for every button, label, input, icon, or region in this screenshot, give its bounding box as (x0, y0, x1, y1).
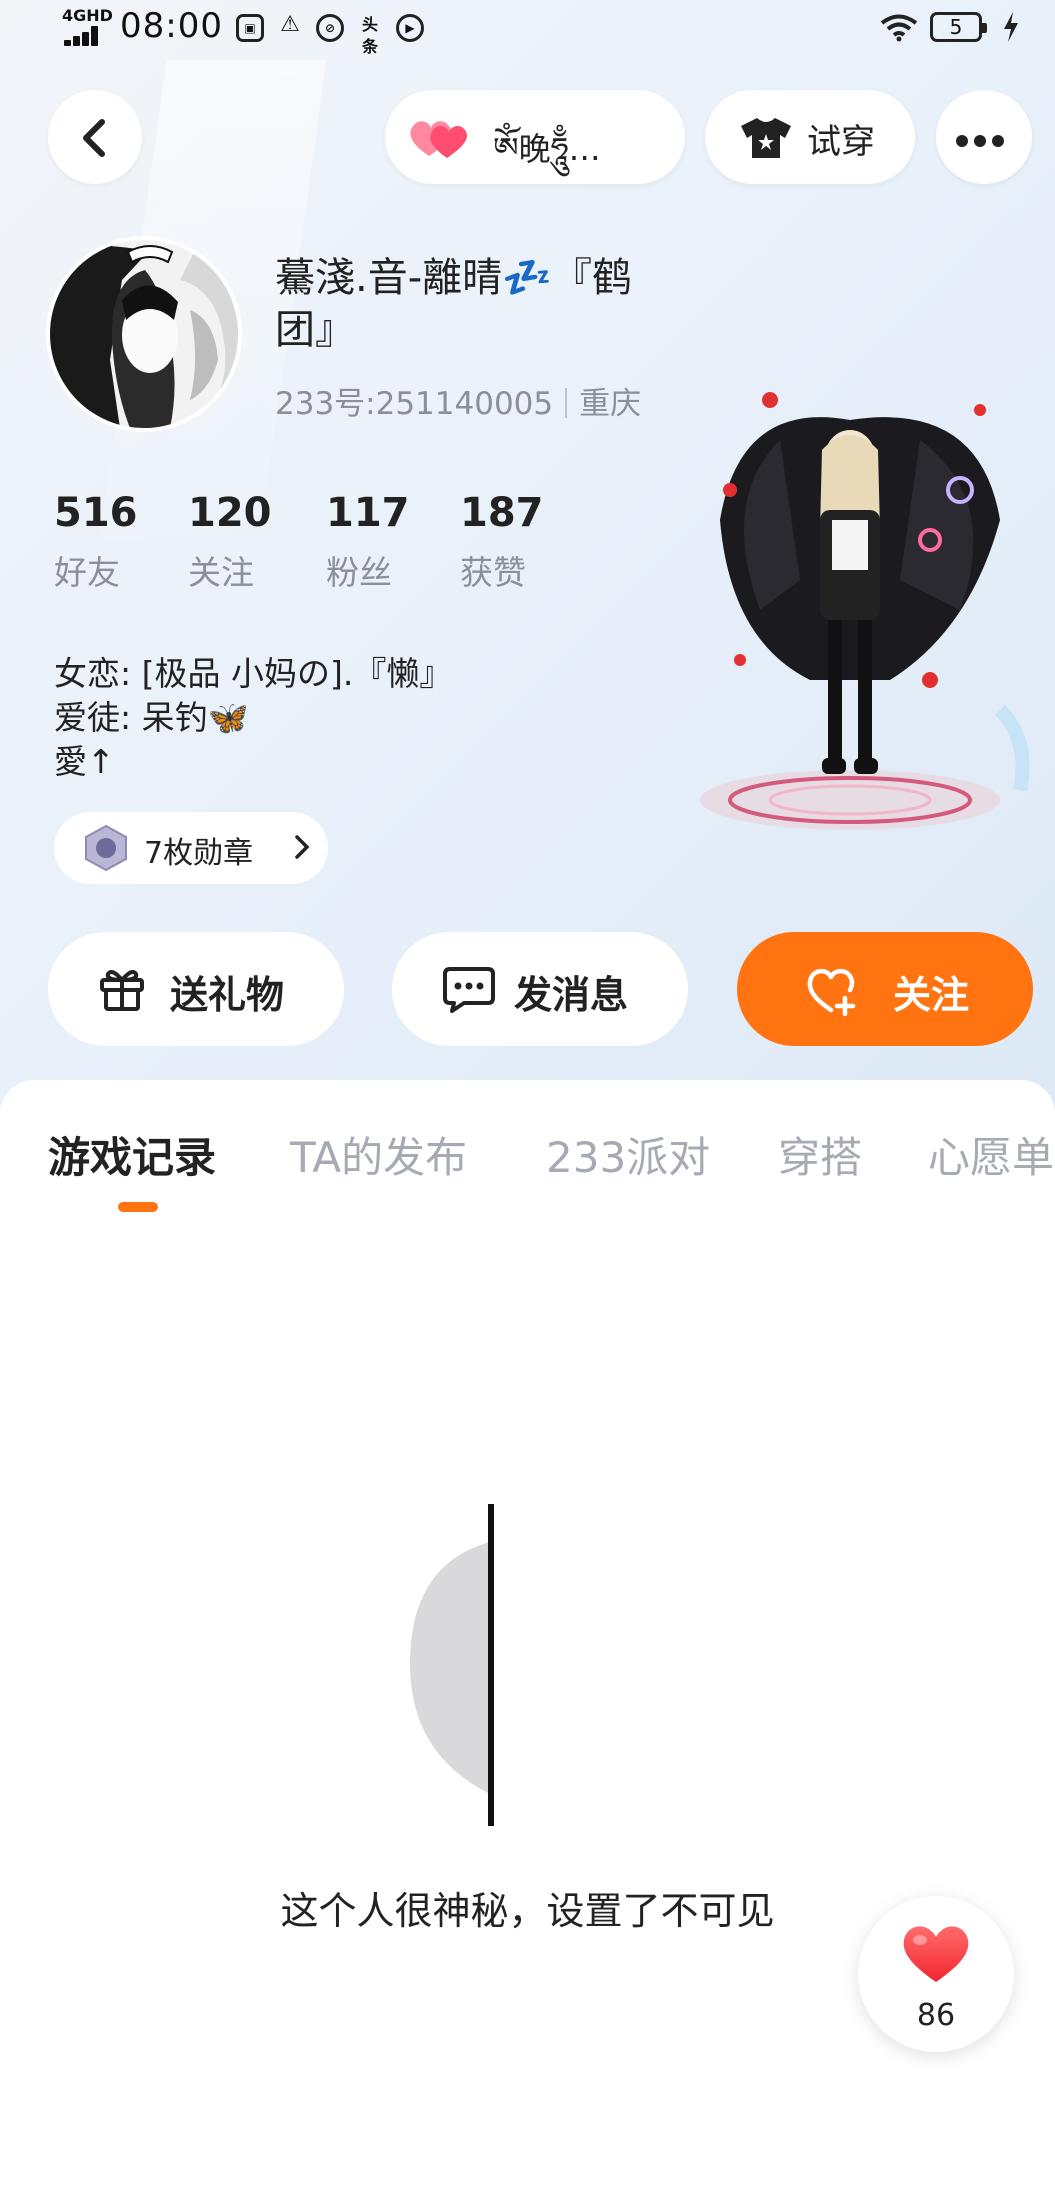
stat-followers[interactable]: 117 粉丝 (326, 490, 446, 594)
follow-button[interactable]: 关注 (737, 932, 1033, 1046)
stat-value: 120 (188, 490, 272, 536)
status-bar: 4GHD 08:00 ▣ ⚠ ⊘ 头条 ▶ 5 (0, 0, 1055, 56)
chevron-left-icon (83, 119, 105, 157)
network-type: 4GHD (62, 6, 113, 25)
try-on-label: 试穿 (807, 122, 875, 162)
user-bio: 女恋: [极品 小妈の].『懒』 爱徒: 呆钓🦋 愛↑ (54, 652, 452, 784)
user-id: 233号:251140005 (275, 386, 554, 422)
wifi-icon (880, 14, 918, 42)
tshirt-icon (741, 118, 791, 158)
bio-line: 女恋: [极品 小妈の].『懒』 (54, 654, 453, 693)
heart-plus-icon (807, 968, 856, 1016)
medals-label: 7枚勋章 (144, 836, 254, 871)
follow-label: 关注 (893, 973, 970, 1017)
heart-icon (903, 1926, 969, 1982)
more-button[interactable] (936, 90, 1032, 184)
guardian-button[interactable]: ཨོཾ晚ཧཱུྃ… (385, 90, 685, 184)
double-heart-icon (410, 121, 467, 158)
user-location: 重庆 (579, 386, 642, 422)
bio-line: 爱徒: 呆钓🦋 (54, 698, 249, 737)
stat-label: 获赞 (460, 553, 526, 592)
send-message-button[interactable]: 发消息 (392, 932, 688, 1046)
guardian-name: ཨོཾ晚ཧཱུྃ… (493, 130, 601, 168)
stat-likes[interactable]: 187 获赞 (460, 490, 580, 594)
charging-icon (1004, 12, 1018, 42)
like-count: 86 (916, 1998, 956, 2033)
alert-icon: ⚠ (280, 12, 300, 37)
user-id-row: 233号:251140005 重庆 (275, 378, 641, 423)
send-gift-button[interactable]: 送礼物 (48, 932, 344, 1046)
avatar-character-figure[interactable] (700, 380, 1040, 850)
tab-game-records[interactable]: 游戏记录 (48, 1124, 216, 1185)
status-time: 08:00 (120, 6, 223, 46)
divider (565, 388, 568, 418)
medal-icon (85, 824, 127, 872)
medals-button[interactable]: 7枚勋章 (54, 812, 328, 884)
stat-friends[interactable]: 516 好友 (54, 490, 174, 594)
tab-outfits[interactable]: 穿搭 (778, 1124, 862, 1185)
chevron-right-icon (295, 835, 310, 859)
bio-line: 愛↑ (54, 742, 115, 781)
tab-party[interactable]: 233派对 (546, 1124, 710, 1185)
play-icon: ▶ (396, 14, 424, 42)
more-dots-icon (956, 132, 1010, 151)
notification-icons: ▣ ⚠ ⊘ 头条 ▶ (236, 12, 424, 56)
chat-icon (443, 967, 495, 1013)
avatar[interactable] (46, 236, 242, 432)
stat-value: 117 (326, 490, 410, 536)
avatar-image (50, 240, 238, 428)
stat-label: 粉丝 (326, 553, 392, 592)
toutiao-icon: 头条 (361, 15, 378, 56)
user-name: 驀淺.音-離晴💤『鹤团』 (275, 255, 632, 353)
send-message-label: 发消息 (514, 973, 629, 1017)
tab-wishlist[interactable]: 心愿单 (928, 1124, 1054, 1185)
stat-label: 好友 (54, 553, 120, 592)
back-button[interactable] (48, 90, 142, 184)
like-button[interactable]: 86 (858, 1896, 1014, 2052)
empty-state-illustration (410, 1504, 494, 1826)
signal-icon (64, 26, 108, 46)
stat-value: 516 (54, 490, 138, 536)
gift-icon (100, 970, 144, 1011)
active-tab-indicator (118, 1202, 158, 1212)
stat-value: 187 (460, 490, 544, 536)
gallery-icon: ▣ (236, 14, 264, 42)
tab-posts[interactable]: TA的发布 (290, 1124, 467, 1185)
stat-following[interactable]: 120 关注 (188, 490, 308, 594)
send-gift-label: 送礼物 (170, 973, 285, 1017)
stat-label: 关注 (188, 553, 254, 592)
cloud-icon: ⊘ (316, 14, 344, 42)
battery-icon: 5 (930, 12, 987, 42)
try-on-button[interactable]: 试穿 (705, 90, 915, 184)
